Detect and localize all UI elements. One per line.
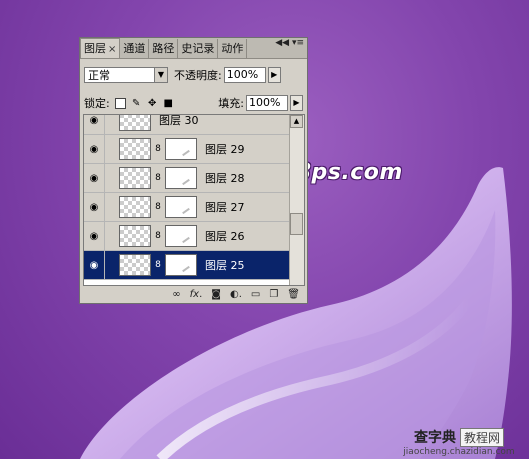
layer-row[interactable]: ◉ 8 图层 29: [84, 135, 291, 164]
layer-mask-thumbnail[interactable]: [165, 138, 197, 160]
opacity-input[interactable]: 100%: [223, 67, 266, 83]
opacity-label: 不透明度:: [174, 69, 222, 82]
lock-row: 锁定: ✎ ✥ ■ 填充: 100% ▶: [84, 94, 303, 112]
chain-link-icon[interactable]: 8: [153, 144, 163, 154]
tab-paths[interactable]: 路径: [149, 39, 179, 58]
scroll-up-icon[interactable]: ▲: [290, 115, 303, 128]
panel-menu-icon[interactable]: ◀◀ ▾≡: [275, 39, 304, 48]
lock-all-icon[interactable]: ■: [163, 98, 174, 109]
brand-name: 查字典: [413, 430, 456, 446]
chain-link-icon[interactable]: 8: [153, 231, 163, 241]
layer-row[interactable]: ◉ 8 图层 26: [84, 222, 291, 251]
eye-icon[interactable]: ◉: [84, 115, 105, 134]
layer-thumbnail: [119, 138, 151, 160]
trash-icon[interactable]: 🗑: [287, 289, 300, 301]
layer-name: 图层 26: [205, 230, 245, 243]
chain-link-icon[interactable]: 8: [153, 173, 163, 183]
layer-thumbnail: [119, 225, 151, 247]
layer-name: 图层 27: [205, 201, 245, 214]
layer-name: 图层 29: [205, 143, 245, 156]
layer-row[interactable]: ◉ 8 图层 28: [84, 164, 291, 193]
new-layer-icon[interactable]: ❐: [269, 289, 278, 301]
opacity-slider-button[interactable]: ▶: [267, 67, 281, 83]
eye-icon[interactable]: ◉: [84, 135, 105, 163]
brand-row: 查字典 教程网: [393, 427, 525, 447]
lock-move-icon[interactable]: ✥: [147, 98, 158, 109]
link-icon[interactable]: ∞: [172, 289, 180, 301]
folder-icon[interactable]: ▭: [251, 289, 260, 301]
fill-slider-button[interactable]: ▶: [290, 95, 303, 111]
layer-thumbnail: [119, 196, 151, 218]
eye-icon[interactable]: ◉: [84, 164, 105, 192]
blend-row: 正常 ▼ 不透明度: 100% ▶: [84, 66, 303, 84]
eye-icon[interactable]: ◉: [84, 222, 105, 250]
lock-brush-icon[interactable]: ✎: [131, 98, 142, 109]
tab-layers-label: 图层: [84, 42, 106, 55]
fx-icon[interactable]: fx.: [190, 289, 203, 301]
layer-thumbnail: [119, 167, 151, 189]
layer-mask-thumbnail[interactable]: [165, 196, 197, 218]
tab-actions[interactable]: 动作: [218, 39, 248, 58]
lock-label: 锁定:: [84, 97, 110, 110]
layers-panel: 图层 × 通道 路径 史记录 动作 ◀◀ ▾≡ 正常 ▼ 不透明度: 100% ▶…: [79, 37, 308, 304]
fill-label: 填充:: [218, 97, 244, 110]
panel-tabbar: 图层 × 通道 路径 史记录 动作 ◀◀ ▾≡: [80, 38, 307, 59]
brand-box: 教程网: [459, 427, 504, 447]
layers-bottom-toolbar: ∞ fx. ◙ ◐. ▭ ❐ 🗑: [83, 288, 304, 302]
eye-icon[interactable]: ◉: [84, 193, 105, 221]
layers-scrollbar[interactable]: ▲: [289, 115, 304, 285]
layer-name: 图层 28: [205, 172, 245, 185]
layer-row-selected[interactable]: ◉ 8 图层 25: [84, 251, 291, 280]
layer-name: 图层 30: [159, 114, 199, 127]
tab-history[interactable]: 史记录: [178, 39, 219, 58]
brand-url: jiaocheng.chazidian.com: [403, 447, 515, 457]
layer-mask-thumbnail[interactable]: [165, 254, 197, 276]
chain-link-icon[interactable]: 8: [153, 202, 163, 212]
layer-row[interactable]: ◉ 图层 30: [84, 114, 291, 135]
layer-mask-thumbnail[interactable]: [165, 167, 197, 189]
close-icon[interactable]: ×: [108, 44, 116, 55]
fill-input[interactable]: 100%: [246, 95, 288, 111]
lock-transparency-icon[interactable]: [114, 97, 126, 109]
layer-thumbnail: [119, 254, 151, 276]
mask-icon[interactable]: ◙: [211, 289, 221, 301]
layer-mask-thumbnail[interactable]: [165, 225, 197, 247]
brand-footer: 查字典 教程网 jiaocheng.chazidian.com: [393, 427, 525, 457]
layer-row[interactable]: ◉ 8 图层 27: [84, 193, 291, 222]
layers-list: ◉ 图层 30 ◉ 8 图层 29 ◉ 8 图层 28 ◉ 8 图层 27 ◉: [83, 114, 305, 286]
chevron-down-icon: ▼: [154, 68, 167, 82]
tab-layers[interactable]: 图层 ×: [80, 38, 121, 58]
layer-thumbnail: [119, 115, 151, 131]
blend-mode-value: 正常: [88, 69, 110, 82]
eye-icon[interactable]: ◉: [84, 251, 105, 279]
chain-link-icon[interactable]: 8: [153, 260, 163, 270]
scrollbar-thumb[interactable]: [290, 213, 303, 235]
adjustment-icon[interactable]: ◐.: [230, 289, 242, 301]
layer-name: 图层 25: [205, 259, 245, 272]
blend-mode-select[interactable]: 正常 ▼: [84, 67, 168, 83]
tab-channels[interactable]: 通道: [120, 39, 150, 58]
